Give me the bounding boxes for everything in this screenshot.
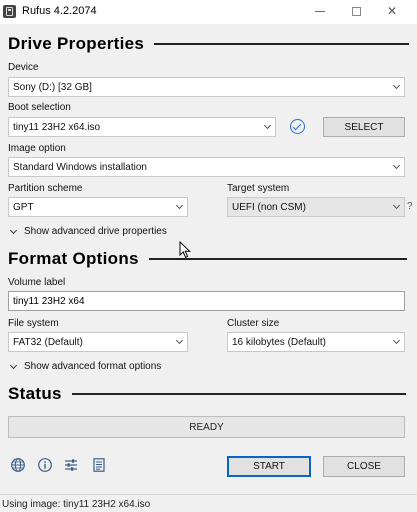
globe-icon[interactable] (10, 457, 26, 473)
show-advanced-drive-toggle[interactable]: Show advanced drive properties (9, 226, 167, 237)
partition-scheme-value: GPT (13, 201, 34, 213)
chevron-down-icon (391, 201, 401, 212)
status-heading: Status (8, 384, 62, 403)
maximize-icon (351, 6, 361, 16)
cluster-size-dropdown[interactable]: 16 kilobytes (Default) (227, 332, 405, 352)
volume-label-value: tiny11 23H2 x64 (13, 295, 85, 307)
window-title: Rufus 4.2.2074 (22, 5, 97, 17)
status-progress-bar: READY (8, 416, 405, 438)
partition-scheme-label: Partition scheme (8, 183, 83, 194)
minimize-button[interactable] (303, 0, 337, 22)
format-options-heading: Format Options (8, 249, 139, 268)
boot-selection-label: Boot selection (8, 102, 71, 113)
device-dropdown[interactable]: Sony (D:) [32 GB] (8, 77, 405, 97)
device-label: Device (8, 62, 39, 73)
select-button[interactable]: SELECT (323, 117, 405, 137)
cluster-size-label: Cluster size (227, 318, 280, 329)
format-options-header: Format Options (8, 249, 407, 269)
footer-status-bar: Using image: tiny11 23H2 x64.iso (0, 494, 417, 512)
settings-sliders-icon[interactable] (63, 457, 79, 473)
close-window-button[interactable]: ✕ (375, 0, 409, 22)
target-system-help[interactable]: ? (407, 201, 413, 212)
image-option-label: Image option (8, 143, 66, 154)
image-option-value: Standard Windows installation (13, 161, 147, 173)
chevron-down-icon (391, 161, 401, 172)
boot-selection-value: tiny11 23H2 x64.iso (13, 121, 101, 133)
maximize-button[interactable] (339, 0, 373, 22)
file-system-label: File system (8, 318, 59, 329)
mouse-cursor-icon (179, 240, 193, 259)
cluster-size-value: 16 kilobytes (Default) (232, 336, 326, 348)
volume-label-label: Volume label (8, 277, 66, 288)
partition-scheme-dropdown[interactable]: GPT (8, 197, 188, 217)
show-advanced-drive-label: Show advanced drive properties (24, 226, 167, 237)
minimize-icon (315, 10, 325, 12)
close-icon: ✕ (386, 4, 398, 18)
volume-label-input[interactable]: tiny11 23H2 x64 (8, 291, 405, 311)
title-bar: Rufus 4.2.2074 ✕ (0, 0, 417, 24)
target-system-dropdown[interactable]: UEFI (non CSM) (227, 197, 405, 217)
target-system-value: UEFI (non CSM) (232, 201, 306, 213)
drive-properties-heading: Drive Properties (8, 34, 145, 53)
footer-text: Using image: tiny11 23H2 x64.iso (2, 499, 151, 510)
rufus-app-icon (3, 5, 16, 18)
info-icon[interactable] (37, 457, 53, 473)
chevron-down-icon (174, 336, 184, 347)
chevron-down-icon (391, 81, 401, 92)
status-text: READY (189, 421, 224, 433)
target-system-label: Target system (227, 183, 290, 194)
show-advanced-format-toggle[interactable]: Show advanced format options (9, 361, 162, 372)
image-option-dropdown[interactable]: Standard Windows installation (8, 157, 405, 177)
drive-properties-header: Drive Properties (8, 34, 410, 54)
device-value: Sony (D:) [32 GB] (13, 81, 92, 93)
start-button[interactable]: START (227, 456, 311, 477)
show-advanced-format-label: Show advanced format options (24, 361, 162, 372)
checksum-check-icon[interactable] (290, 119, 305, 134)
chevron-down-icon (9, 361, 18, 369)
chevron-down-icon (9, 226, 18, 234)
chevron-down-icon (262, 121, 272, 132)
boot-selection-dropdown[interactable]: tiny11 23H2 x64.iso (8, 117, 276, 137)
status-header: Status (8, 384, 406, 404)
section-divider (154, 43, 410, 45)
section-divider (71, 393, 406, 395)
log-icon[interactable] (91, 457, 107, 473)
file-system-value: FAT32 (Default) (13, 336, 83, 348)
chevron-down-icon (174, 201, 184, 212)
chevron-down-icon (391, 336, 401, 347)
close-button[interactable]: CLOSE (323, 456, 405, 477)
file-system-dropdown[interactable]: FAT32 (Default) (8, 332, 188, 352)
